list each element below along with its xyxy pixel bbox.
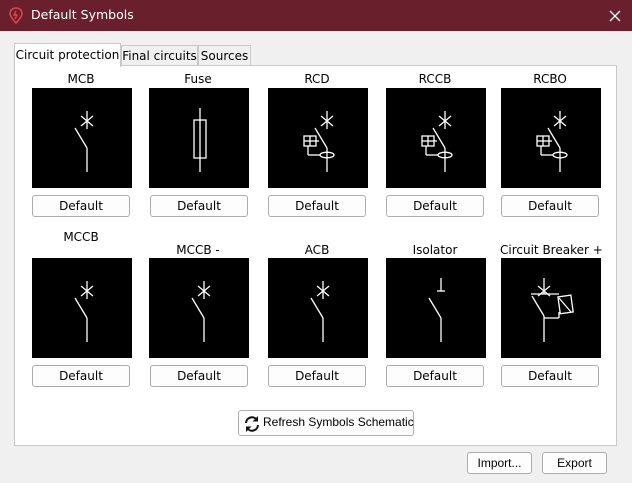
symbol-preview-mccb-minus[interactable] [149,258,249,358]
app-logo-icon [9,7,23,24]
rcd-default-button[interactable]: Default [268,195,366,217]
circuit-breaker-plus-default-button[interactable]: Default [501,365,599,387]
mccb-symbol-icon [74,281,94,342]
symbol-preview-mccb[interactable] [32,258,132,358]
rccb-symbol-icon [421,111,453,172]
rcd-symbol-icon [303,111,335,172]
title-bar: Default Symbols [0,0,632,31]
refresh-symbols-schematic-button[interactable]: Refresh Symbols Schematic [238,410,414,436]
refresh-button-label: Refresh Symbols Schematic [263,415,414,429]
isolator-default-button[interactable]: Default [386,365,484,387]
symbol-label-isolator: Isolator [412,243,458,257]
symbol-preview-fuse[interactable] [149,88,249,188]
rccb-default-button[interactable]: Default [386,195,484,217]
symbol-preview-isolator[interactable] [386,258,486,358]
close-button[interactable] [602,3,628,28]
export-button[interactable]: Export [542,452,607,474]
symbol-preview-acb[interactable] [268,258,368,358]
mcb-symbol-icon [74,111,94,172]
symbol-label-circuit-breaker-plus: Circuit Breaker + [500,243,603,257]
symbol-label-rccb: RCCB [418,72,452,86]
window-title: Default Symbols [31,7,134,22]
close-icon [609,10,621,21]
symbol-preview-rccb[interactable] [386,88,486,188]
rcbo-symbol-icon [536,111,568,172]
tab-sources[interactable]: Sources [198,45,251,66]
tab-final-circuits[interactable]: Final circuits [121,45,198,66]
circuit-breaker-plus-symbol-icon [531,278,574,342]
symbol-preview-rcd[interactable] [268,88,368,188]
symbol-preview-circuit-breaker-plus[interactable] [501,258,601,358]
acb-default-button[interactable]: Default [268,365,366,387]
refresh-icon [245,416,259,432]
mccb-default-button[interactable]: Default [32,365,130,387]
isolator-symbol-icon [428,278,445,342]
fuse-symbol-icon [193,108,207,172]
symbol-preview-mcb[interactable] [32,88,132,188]
mccb-minus-default-button[interactable]: Default [150,365,248,387]
symbol-label-acb: ACB [304,243,330,257]
rcbo-default-button[interactable]: Default [501,195,599,217]
symbol-label-rcd: RCD [304,72,330,86]
import-button[interactable]: Import... [467,452,532,474]
symbol-preview-rcbo[interactable] [501,88,601,188]
tab-circuit-protection[interactable]: Circuit protection [14,43,121,67]
mccb-minus-symbol-icon [191,281,211,342]
symbol-label-mccb: MCCB [63,230,99,244]
mcb-default-button[interactable]: Default [32,195,130,217]
symbol-label-rcbo: RCBO [533,72,567,86]
fuse-default-button[interactable]: Default [150,195,248,217]
acb-symbol-icon [310,281,330,342]
symbol-label-fuse: Fuse [184,72,212,86]
symbol-label-mcb: MCB [67,72,95,86]
symbol-label-mccb-minus: MCCB - [176,243,220,257]
